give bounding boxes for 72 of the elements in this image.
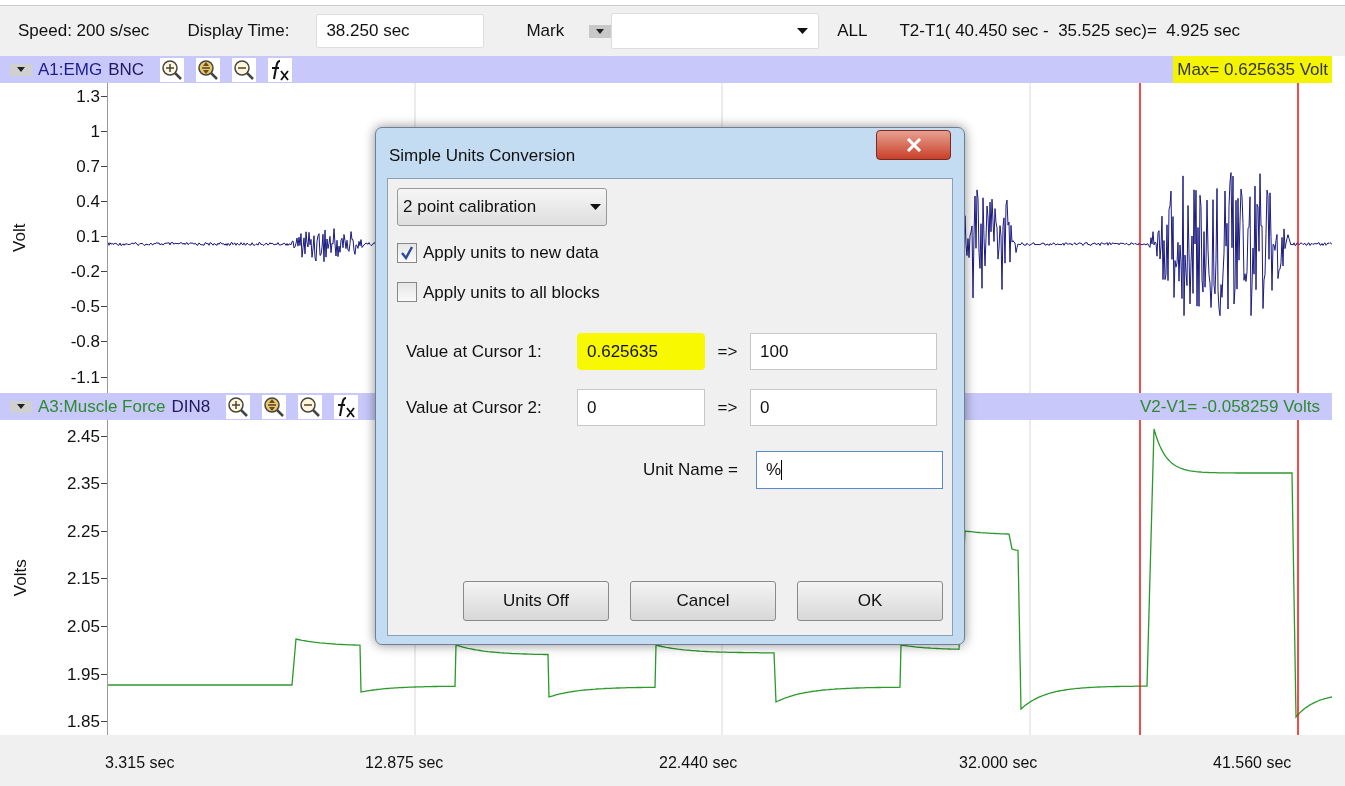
caret-icon bbox=[590, 204, 601, 210]
channel-readout: Max= 0.625635 Volt bbox=[1173, 56, 1332, 83]
function-icon[interactable] bbox=[268, 57, 293, 82]
time-tick-label: 41.560 sec bbox=[1213, 753, 1293, 773]
checkbox-label[interactable]: Apply units to new data bbox=[423, 240, 599, 266]
y-tick-label: 2.25 bbox=[66, 522, 100, 540]
mark-button[interactable] bbox=[589, 24, 612, 38]
display-time-label: Display Time: bbox=[187, 20, 290, 43]
all-label: ALL bbox=[837, 20, 868, 43]
caret-icon bbox=[596, 28, 605, 34]
collapse-button[interactable] bbox=[10, 63, 32, 76]
y-tick-label: -0.8 bbox=[70, 333, 100, 351]
close-button[interactable] bbox=[876, 130, 951, 160]
caret-icon bbox=[17, 404, 25, 409]
mode-dropdown[interactable]: 2 point calibration bbox=[397, 188, 607, 226]
checkbox[interactable] bbox=[397, 282, 417, 303]
collapse-button[interactable] bbox=[10, 400, 32, 413]
y-axis-label: Volt bbox=[9, 223, 31, 253]
close-icon bbox=[905, 138, 922, 152]
dialog-button[interactable]: OK bbox=[797, 581, 943, 621]
unit-name-field[interactable]: % bbox=[756, 451, 943, 489]
checkbox-label[interactable]: Apply units to all blocks bbox=[423, 279, 600, 305]
arrow-text: => bbox=[716, 340, 739, 363]
zoom-fit-icon[interactable] bbox=[196, 57, 221, 82]
y-tick-label: 0.7 bbox=[76, 157, 100, 175]
channel-name[interactable]: A1:EMG bbox=[38, 56, 103, 83]
arrow-text: => bbox=[716, 396, 739, 419]
y-tick-label: 2.05 bbox=[66, 618, 100, 636]
y-tick-label: 2.35 bbox=[66, 475, 100, 493]
y-axis-label: Volts bbox=[9, 559, 31, 596]
zoom-fit-icon[interactable] bbox=[262, 394, 287, 419]
channel-readout: V2-V1= -0.058259 Volts bbox=[1139, 395, 1320, 418]
cursor-value-field[interactable]: 0 bbox=[577, 389, 705, 426]
y-tick-label: 0.4 bbox=[76, 192, 100, 210]
cursor-value-field[interactable]: 0.625635 bbox=[577, 333, 705, 370]
y-tick-label: 2.45 bbox=[66, 427, 100, 445]
y-tick-label: -0.5 bbox=[70, 298, 100, 316]
y-tick-label: 1 bbox=[90, 122, 100, 140]
caret-icon bbox=[797, 28, 809, 34]
unit-name-label: Unit Name = bbox=[643, 459, 738, 482]
dialog-button[interactable]: Cancel bbox=[630, 581, 776, 621]
zoom-in-icon[interactable] bbox=[160, 57, 185, 82]
channel-source: DIN8 bbox=[171, 395, 211, 418]
y-tick-label: 1.3 bbox=[76, 87, 100, 105]
zoom-in-icon[interactable] bbox=[226, 394, 251, 419]
time-tick-label: 22.440 sec bbox=[659, 753, 739, 773]
y-tick-label: 2.15 bbox=[66, 570, 100, 588]
y-tick-label: 1.95 bbox=[66, 665, 100, 683]
checkbox[interactable] bbox=[397, 242, 417, 263]
dialog-button[interactable]: Units Off bbox=[463, 581, 609, 621]
y-tick-label: -1.1 bbox=[70, 368, 100, 386]
y-tick-label: 1.85 bbox=[66, 713, 100, 731]
check-icon bbox=[400, 245, 414, 260]
caret-icon bbox=[17, 67, 25, 72]
zoom-out-icon[interactable] bbox=[232, 57, 257, 82]
zoom-out-icon[interactable] bbox=[298, 394, 323, 419]
function-icon[interactable] bbox=[334, 394, 359, 419]
interval-readout: T2-T1( 40.450 sec - 35.525 sec)= 4.925 sec bbox=[899, 20, 1241, 43]
y-tick-label: -0.2 bbox=[70, 263, 100, 281]
time-tick-label: 32.000 sec bbox=[959, 753, 1039, 773]
display-time-field[interactable]: 38.250 sec bbox=[316, 14, 485, 48]
cursor-value-label: Value at Cursor 2: bbox=[405, 396, 543, 419]
cursor-value-label: Value at Cursor 1: bbox=[405, 340, 543, 363]
time-tick-label: 3.315 sec bbox=[105, 753, 176, 773]
y-tick-label: 0.1 bbox=[76, 228, 100, 245]
converted-value-field[interactable]: 0 bbox=[750, 389, 937, 426]
mark-label: Mark bbox=[526, 20, 565, 43]
dialog-title: Simple Units Conversion bbox=[389, 145, 576, 167]
converted-value-field[interactable]: 100 bbox=[750, 333, 937, 370]
time-tick-label: 12.875 sec bbox=[365, 753, 445, 773]
channel-source: BNC bbox=[108, 58, 145, 81]
speed-text: Speed: 200 s/sec bbox=[18, 20, 150, 43]
